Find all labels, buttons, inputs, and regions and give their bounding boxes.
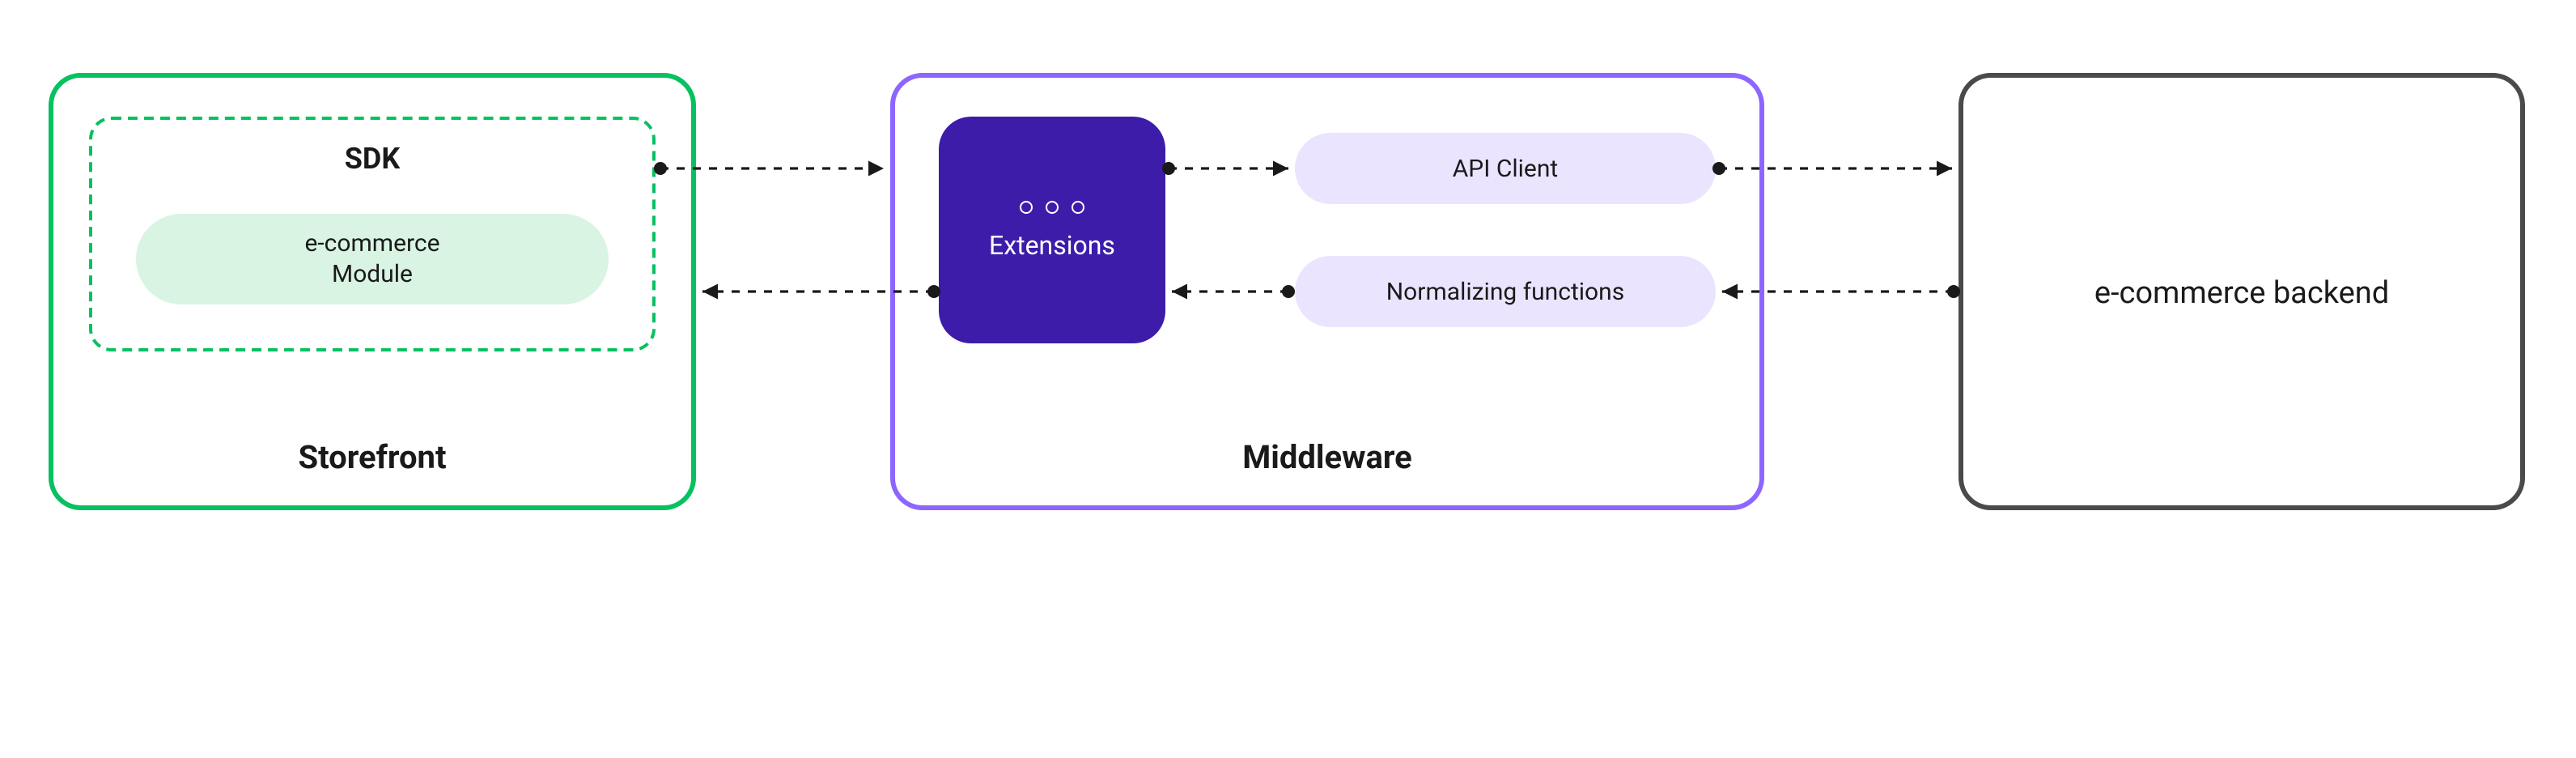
module-line-1: e-commerce	[304, 229, 439, 260]
api-client-label: API Client	[1453, 154, 1559, 183]
backend-title: e-commerce backend	[2094, 273, 2389, 310]
module-line-2: Module	[332, 259, 413, 290]
storefront-title: Storefront	[53, 437, 691, 476]
sdk-title: SDK	[92, 143, 652, 177]
extensions-block: Extensions	[939, 117, 1165, 343]
extensions-label: Extensions	[989, 229, 1115, 260]
middleware-title: Middleware	[895, 437, 1759, 476]
ecommerce-module-pill: e-commerce Module	[136, 214, 609, 304]
backend-box: e-commerce backend	[1959, 73, 2525, 510]
normalizing-label: Normalizing functions	[1386, 277, 1624, 306]
api-client-pill: API Client	[1295, 133, 1716, 204]
normalizing-pill: Normalizing functions	[1295, 256, 1716, 327]
dots-icon	[1020, 200, 1084, 213]
architecture-diagram: Storefront SDK e-commerce Module Middlew…	[0, 0, 2575, 758]
